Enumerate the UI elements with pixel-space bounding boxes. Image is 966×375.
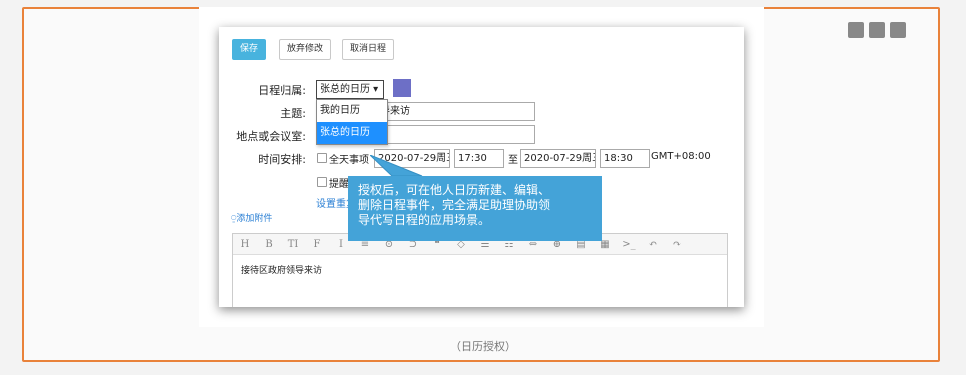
editor-tool-icon[interactable]: F [305, 239, 329, 250]
editor-tool-icon[interactable]: TI [281, 239, 305, 250]
editor-tool-icon[interactable]: ↶ [641, 239, 665, 250]
calendar-color-swatch[interactable] [393, 79, 411, 97]
subject-label: 主题: [280, 107, 306, 120]
dropdown-option-zhang-calendar[interactable]: 张总的日历 [317, 122, 387, 144]
tooltip-line: 删除日程事件，完全满足助理协助领 [358, 198, 551, 212]
location-label: 地点或会议室: [236, 130, 306, 143]
reminder-checkbox[interactable] [317, 177, 327, 187]
calendar-label: 日程归属: [258, 84, 306, 97]
editor-tool-icon[interactable]: >_ [617, 239, 641, 250]
dropdown-option-my-calendar[interactable]: 我的日历 [317, 100, 387, 122]
end-date-input[interactable]: 2020-07-29周三 [520, 149, 596, 168]
calendar-select[interactable]: 张总的日历 ▾ [316, 80, 384, 99]
control-square-icon[interactable] [869, 22, 885, 38]
save-button[interactable]: 保存 [232, 39, 267, 60]
start-time-input[interactable]: 17:30 [454, 149, 504, 168]
cancel-event-button[interactable]: 取消日程 [342, 39, 395, 60]
control-square-icon[interactable] [848, 22, 864, 38]
tooltip-line: 导代写日程的应用场景。 [358, 213, 491, 227]
calendar-dropdown: 我的日历 张总的日历 [316, 99, 388, 145]
editor-tool-icon[interactable]: B [257, 239, 281, 250]
editor-tool-icon[interactable]: H [233, 239, 257, 250]
authorization-tooltip: 授权后，可在他人日历新建、编辑、 删除日程事件，完全满足助理协助领 导代写日程的… [348, 176, 602, 241]
rich-text-editor[interactable]: H B TI F I ≡ ⊙ ⊃ ❝ ◇ ☰ ☷ ⇔ ⊕ ▤ ▦ >_ ↶ ↷ 接待区政府领导来访 [232, 233, 728, 307]
time-label: 时间安排: [258, 153, 306, 166]
attach-link[interactable]: ⍜添加附件 [231, 211, 272, 224]
discard-button[interactable]: 放弃修改 [279, 39, 332, 60]
window-controls [848, 22, 906, 38]
calendar-event-editor: 保存 放弃修改 取消日程 日程归属: 张总的日历 ▾ 主题: 接待区政府领导来访… [219, 27, 744, 307]
to-label: 至 [508, 155, 518, 166]
control-square-icon[interactable] [890, 22, 906, 38]
editor-tool-icon[interactable]: ↷ [665, 239, 689, 250]
figure-caption: （日历授权） [450, 340, 516, 353]
editor-content[interactable]: 接待区政府领导来访 [233, 255, 727, 284]
timezone-label: GMT+08:00 [651, 151, 711, 162]
allday-label: 全天事项 [329, 155, 369, 166]
end-time-input[interactable]: 18:30 [600, 149, 650, 168]
tooltip-line: 授权后，可在他人日历新建、编辑、 [358, 183, 551, 197]
allday-checkbox[interactable] [317, 153, 327, 163]
reminder-label: 提醒 [329, 179, 349, 190]
